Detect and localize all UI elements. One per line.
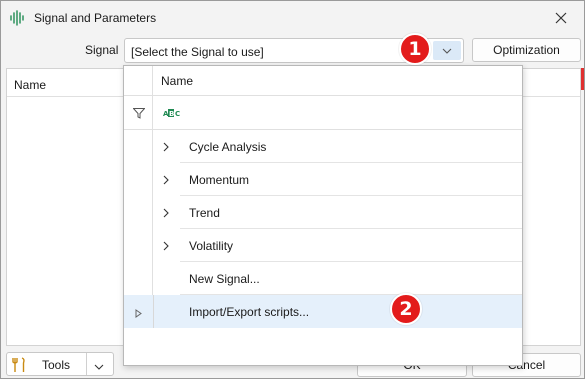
step-badge-1: 1 [399, 33, 431, 65]
window-title: Signal and Parameters [34, 11, 157, 25]
signal-combobox-value: [Select the Signal to use] [131, 45, 264, 59]
tree-item-label: New Signal... [189, 272, 260, 286]
optimization-button[interactable]: Optimization [472, 38, 581, 62]
chevron-right-icon[interactable] [163, 207, 169, 221]
tree-item-label: Volatility [189, 239, 234, 253]
tree-item-label: Momentum [189, 173, 250, 187]
chevron-down-icon[interactable] [94, 359, 104, 373]
popup-header: Name [124, 66, 522, 96]
chevron-right-icon[interactable] [163, 240, 169, 254]
tree-item-trend[interactable]: Trend [154, 196, 522, 229]
tree-item-label: Import/Export scripts... [189, 305, 310, 319]
optimization-label: Optimization [493, 43, 560, 57]
svg-text:C: C [175, 110, 180, 118]
signal-label: Signal [85, 43, 119, 57]
filter-icon [132, 108, 146, 122]
signal-bars-icon [9, 10, 25, 26]
tree-item-label: Trend [189, 206, 220, 220]
text-filter-icon[interactable]: A B C [163, 107, 181, 121]
tree-item-momentum[interactable]: Momentum [154, 163, 522, 196]
grid-red-marker [581, 68, 584, 90]
tree-item-new-signal[interactable]: New Signal... [154, 262, 522, 295]
close-icon [555, 12, 567, 24]
step-badge-2: 2 [390, 293, 422, 325]
chevron-right-icon[interactable] [163, 141, 169, 155]
tools-icon [11, 357, 27, 376]
close-button[interactable] [549, 7, 573, 29]
grid-name-header: Name [14, 78, 47, 92]
chevron-down-icon [442, 48, 452, 54]
filter-row[interactable]: A B C [124, 96, 522, 130]
tree-item-import-export[interactable]: Import/Export scripts... [124, 295, 522, 328]
tools-button[interactable]: Tools [6, 352, 114, 376]
row-indicator-icon [135, 307, 142, 321]
tools-label: Tools [42, 358, 71, 372]
title-bar: Signal and Parameters [1, 1, 584, 35]
indicator-divider [153, 295, 154, 328]
chevron-right-icon[interactable] [163, 174, 169, 188]
tree-item-label: Cycle Analysis [189, 140, 267, 154]
signal-tree-popup: Name A B C Cycle Analysis Momentum Trend… [123, 65, 523, 366]
tree-item-cycle-analysis[interactable]: Cycle Analysis [154, 130, 522, 163]
signal-parameters-dialog: Signal and Parameters Signal [Select the… [0, 0, 585, 379]
popup-name-header: Name [161, 74, 194, 88]
tree-item-volatility[interactable]: Volatility [154, 229, 522, 262]
signal-dropdown-button[interactable] [433, 41, 461, 60]
svg-text:B: B [169, 110, 174, 118]
tools-separator [86, 353, 87, 375]
